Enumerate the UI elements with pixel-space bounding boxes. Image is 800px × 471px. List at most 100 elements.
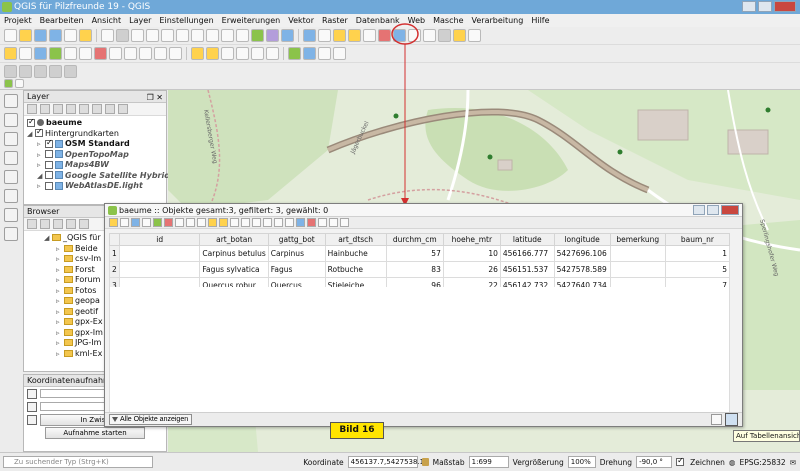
menu-layer[interactable]: Layer	[129, 14, 151, 27]
cell[interactable]: 83	[385, 261, 444, 278]
cell[interactable]	[118, 245, 201, 262]
add-vector-icon[interactable]	[4, 94, 18, 108]
add-feature-icon[interactable]	[153, 218, 162, 227]
checkbox[interactable]	[45, 160, 53, 169]
add-layer-icon[interactable]	[40, 219, 50, 229]
zoom-selection-icon[interactable]	[176, 29, 189, 42]
cell[interactable]: Fagus sylvatica	[199, 261, 269, 278]
cut-features-icon[interactable]	[109, 47, 122, 60]
grid-icon[interactable]	[27, 401, 37, 412]
deselect-icon[interactable]	[363, 29, 376, 42]
zoom-to-selected-icon[interactable]	[285, 218, 294, 227]
delete-field-icon[interactable]	[307, 218, 316, 227]
label-rotate-icon[interactable]	[251, 47, 264, 60]
filter-select-icon[interactable]	[252, 218, 261, 227]
layer-item-maps4bw[interactable]: ▹ Maps4BW	[27, 160, 163, 171]
menu-projekt[interactable]: Projekt	[4, 14, 32, 27]
toggle-edit-icon[interactable]	[109, 218, 118, 227]
add-xyz-icon[interactable]	[318, 47, 331, 60]
layer-item-osm[interactable]: ▹OSM Standard	[27, 138, 163, 150]
python-console-icon[interactable]	[333, 47, 346, 60]
cell[interactable]	[118, 261, 201, 278]
save-edits-icon[interactable]	[34, 47, 47, 60]
lock-scale-icon[interactable]	[421, 458, 429, 466]
menu-erweiterungen[interactable]: Erweiterungen	[222, 14, 281, 27]
advanced-digitize-icon[interactable]	[19, 65, 32, 78]
add-postgis-icon[interactable]	[4, 170, 18, 184]
label-change-icon[interactable]	[266, 47, 279, 60]
select-expression-icon[interactable]	[208, 218, 217, 227]
label-show-icon[interactable]	[221, 47, 234, 60]
minimize-button[interactable]	[742, 1, 756, 12]
filter-expression-icon[interactable]	[79, 104, 89, 114]
cell[interactable]: Hainbuche	[324, 245, 387, 262]
undo-icon[interactable]	[154, 47, 167, 60]
zoom-out-icon[interactable]	[146, 29, 159, 42]
cell[interactable]: Fagus	[267, 261, 326, 278]
cell[interactable]: 5	[664, 261, 731, 278]
cell[interactable]: Carpinus betulus	[199, 245, 269, 262]
cell[interactable]: 456166.777	[499, 245, 555, 262]
cell[interactable]: 26	[442, 261, 501, 278]
print-layout-icon[interactable]	[64, 29, 77, 42]
render-checkbox[interactable]	[676, 456, 685, 466]
checkbox[interactable]	[27, 117, 35, 127]
cell[interactable]: 10	[442, 245, 501, 262]
column-header[interactable]: durchm_cm	[385, 233, 444, 246]
menu-ansicht[interactable]: Ansicht	[92, 14, 122, 27]
layer-item-opentopo[interactable]: ▹ OpenTopoMap	[27, 150, 163, 161]
label-toolbar-icon[interactable]	[191, 47, 204, 60]
maximize-button[interactable]	[758, 1, 772, 12]
crs-globe-icon[interactable]: ◍	[729, 458, 736, 467]
row-header[interactable]: 2	[109, 261, 120, 278]
minimize-button[interactable]	[693, 205, 705, 215]
conditional-format-icon[interactable]	[329, 218, 338, 227]
filter-legend-icon[interactable]	[66, 104, 76, 114]
column-header[interactable]: longitude	[553, 233, 611, 246]
table-row[interactable]: 2 Fagus sylvatica Fagus Rotbuche 83 26 4…	[109, 261, 731, 278]
add-virtual-icon[interactable]	[4, 208, 18, 222]
layer-style-icon[interactable]	[27, 104, 37, 114]
copy-features-icon[interactable]	[124, 47, 137, 60]
expand-arrow-icon[interactable]: ▹	[37, 181, 45, 192]
new-map-view-icon[interactable]	[251, 29, 264, 42]
menu-verarbeitung[interactable]: Verarbeitung	[472, 14, 524, 27]
delete-selected-icon[interactable]	[94, 47, 107, 60]
select-by-value-icon[interactable]	[348, 29, 361, 42]
crs-value[interactable]: EPSG:25832	[739, 458, 785, 467]
remove-layer-icon[interactable]	[118, 104, 128, 114]
close-button[interactable]	[774, 1, 796, 12]
close-button[interactable]	[721, 205, 739, 215]
shape-digitize-icon[interactable]	[34, 65, 47, 78]
manage-themes-icon[interactable]	[53, 104, 63, 114]
identify-icon[interactable]	[303, 29, 316, 42]
column-header[interactable]: hoehe_mtr	[442, 233, 501, 246]
checkbox[interactable]	[45, 150, 53, 158]
select-all-icon[interactable]	[219, 218, 228, 227]
rotate-feature-icon[interactable]	[49, 65, 62, 78]
cell[interactable]: Carpinus	[267, 245, 326, 262]
checkbox[interactable]	[45, 181, 53, 190]
checkbox[interactable]	[45, 171, 53, 179]
menu-vektor[interactable]: Vektor	[288, 14, 314, 27]
cell[interactable]: 1	[664, 245, 731, 262]
show-all-features-button[interactable]: Alle Objekte anzeigen	[109, 414, 193, 425]
rotation-field[interactable]: -90,0 °	[636, 456, 673, 468]
simplify-icon[interactable]	[64, 65, 77, 78]
paste-features-icon[interactable]	[139, 47, 152, 60]
expand-arrow-icon[interactable]: ▹	[37, 160, 45, 171]
new-field-icon[interactable]	[296, 218, 305, 227]
scale-field[interactable]: 1:699	[468, 456, 509, 468]
vertex-tool-icon[interactable]	[79, 47, 92, 60]
open-project-icon[interactable]	[19, 29, 32, 42]
label-pin-icon[interactable]	[206, 47, 219, 60]
cell[interactable]: Rotbuche	[324, 261, 387, 278]
cell[interactable]: 456151.537	[499, 261, 555, 278]
add-wms-layer-icon[interactable]	[4, 189, 18, 203]
properties-icon[interactable]	[79, 219, 89, 229]
actions-icon[interactable]	[340, 218, 349, 227]
plugin-2-icon[interactable]	[15, 79, 24, 88]
cell[interactable]: 57	[385, 245, 444, 262]
save-as-icon[interactable]	[49, 29, 62, 42]
cut-icon[interactable]	[175, 218, 184, 227]
